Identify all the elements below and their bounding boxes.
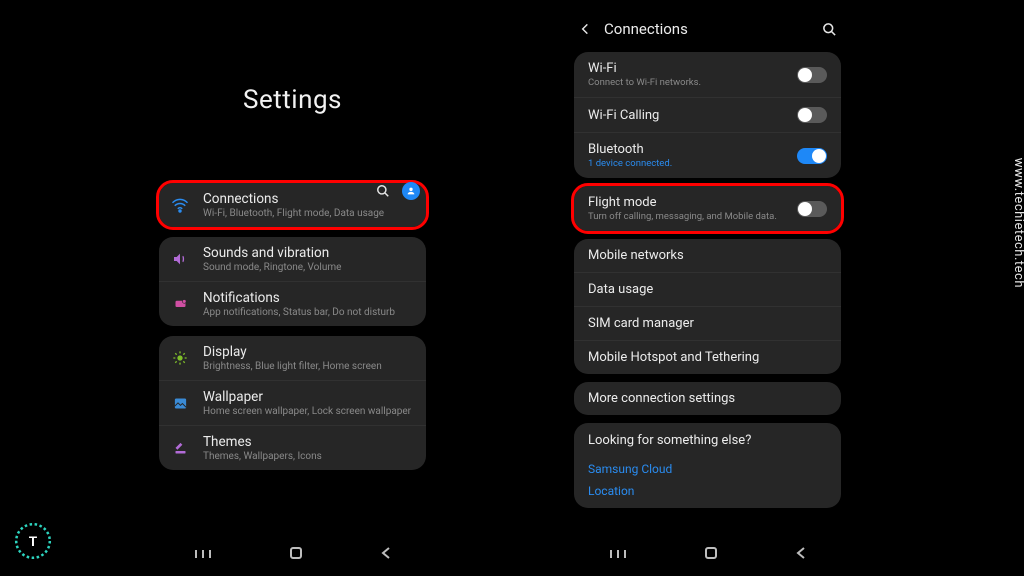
settings-row-wallpaper[interactable]: Wallpaper Home screen wallpaper, Lock sc… xyxy=(159,380,426,425)
connections-group-network: Mobile networks Data usage SIM card mana… xyxy=(574,239,841,374)
settings-row-display[interactable]: Display Brightness, Blue light filter, H… xyxy=(159,336,426,380)
wifi-icon xyxy=(171,196,189,214)
row-subtitle: App notifications, Status bar, Do not di… xyxy=(203,307,414,318)
watermark-text: www.techietech.tech xyxy=(1011,158,1024,288)
row-more-settings[interactable]: More connection settings xyxy=(574,382,841,415)
row-title: Flight mode xyxy=(588,195,797,210)
row-title: Mobile networks xyxy=(588,248,827,263)
wifi-toggle[interactable] xyxy=(797,67,827,83)
looking-header: Looking for something else? xyxy=(574,423,841,458)
row-title: Wi-Fi Calling xyxy=(588,108,797,123)
page-title: Settings xyxy=(155,85,430,115)
row-title: Bluetooth xyxy=(588,142,797,157)
row-title: Mobile Hotspot and Tethering xyxy=(588,350,827,365)
row-title: Display xyxy=(203,344,414,360)
row-title: Wi-Fi xyxy=(588,61,797,76)
back-button[interactable] xyxy=(795,545,807,564)
row-subtitle: Home screen wallpaper, Lock screen wallp… xyxy=(203,406,414,417)
link-location[interactable]: Location xyxy=(574,480,841,502)
bluetooth-toggle[interactable] xyxy=(797,148,827,164)
connections-group-flight: Flight mode Turn off calling, messaging,… xyxy=(574,186,841,231)
display-icon xyxy=(171,349,189,367)
home-button[interactable] xyxy=(704,545,718,564)
search-icon[interactable] xyxy=(822,22,837,37)
row-subtitle: 1 device connected. xyxy=(588,158,797,169)
row-data-usage[interactable]: Data usage xyxy=(574,272,841,306)
row-subtitle: Themes, Wallpapers, Icons xyxy=(203,451,414,462)
row-subtitle: Brightness, Blue light filter, Home scre… xyxy=(203,361,414,372)
link-samsung-cloud[interactable]: Samsung Cloud xyxy=(574,458,841,480)
settings-row-themes[interactable]: Themes Themes, Wallpapers, Icons xyxy=(159,425,426,470)
row-subtitle: Connect to Wi-Fi networks. xyxy=(588,77,797,88)
row-subtitle: Wi-Fi, Bluetooth, Flight mode, Data usag… xyxy=(203,208,414,219)
connections-screen: Connections Wi-Fi Connect to Wi-Fi netwo… xyxy=(570,10,845,570)
page-title: Connections xyxy=(604,20,688,38)
settings-row-sounds[interactable]: Sounds and vibration Sound mode, Rington… xyxy=(159,237,426,281)
connections-group-looking: Looking for something else? Samsung Clou… xyxy=(574,423,841,508)
row-title: SIM card manager xyxy=(588,316,827,331)
row-sim-manager[interactable]: SIM card manager xyxy=(574,306,841,340)
settings-group-display: Display Brightness, Blue light filter, H… xyxy=(159,336,426,470)
android-navbar xyxy=(570,540,845,568)
row-subtitle: Sound mode, Ringtone, Volume xyxy=(203,262,414,273)
row-title: Sounds and vibration xyxy=(203,245,414,261)
svg-text:T: T xyxy=(29,534,38,549)
connections-group-more: More connection settings xyxy=(574,382,841,415)
android-navbar xyxy=(155,540,430,568)
wifi-calling-toggle[interactable] xyxy=(797,107,827,123)
themes-icon xyxy=(171,439,189,457)
sound-icon xyxy=(171,250,189,268)
row-title: Notifications xyxy=(203,290,414,306)
row-subtitle: Turn off calling, messaging, and Mobile … xyxy=(588,211,797,222)
settings-screen: Settings Connections Wi-Fi, Bluetooth, F… xyxy=(155,10,430,570)
site-logo: T xyxy=(12,520,54,562)
back-icon[interactable] xyxy=(578,22,592,36)
row-title: Data usage xyxy=(588,282,827,297)
row-wifi-calling[interactable]: Wi-Fi Calling xyxy=(574,97,841,132)
back-button[interactable] xyxy=(380,545,392,564)
flight-mode-toggle[interactable] xyxy=(797,201,827,217)
row-flight-mode[interactable]: Flight mode Turn off calling, messaging,… xyxy=(574,186,841,231)
row-title: Themes xyxy=(203,434,414,450)
row-bluetooth[interactable]: Bluetooth 1 device connected. xyxy=(574,132,841,178)
recents-button[interactable] xyxy=(609,545,627,564)
home-button[interactable] xyxy=(289,545,303,564)
row-title: Wallpaper xyxy=(203,389,414,405)
row-title: More connection settings xyxy=(588,391,827,406)
row-mobile-networks[interactable]: Mobile networks xyxy=(574,239,841,272)
wallpaper-icon xyxy=(171,394,189,412)
profile-avatar[interactable] xyxy=(402,182,420,200)
connections-group-wireless: Wi-Fi Connect to Wi-Fi networks. Wi-Fi C… xyxy=(574,52,841,178)
search-icon[interactable] xyxy=(376,184,390,198)
row-hotspot[interactable]: Mobile Hotspot and Tethering xyxy=(574,340,841,374)
settings-row-notifications[interactable]: Notifications App notifications, Status … xyxy=(159,281,426,326)
row-wifi[interactable]: Wi-Fi Connect to Wi-Fi networks. xyxy=(574,52,841,97)
recents-button[interactable] xyxy=(194,545,212,564)
bell-icon xyxy=(171,295,189,313)
settings-group-sound-notifications: Sounds and vibration Sound mode, Rington… xyxy=(159,237,426,326)
